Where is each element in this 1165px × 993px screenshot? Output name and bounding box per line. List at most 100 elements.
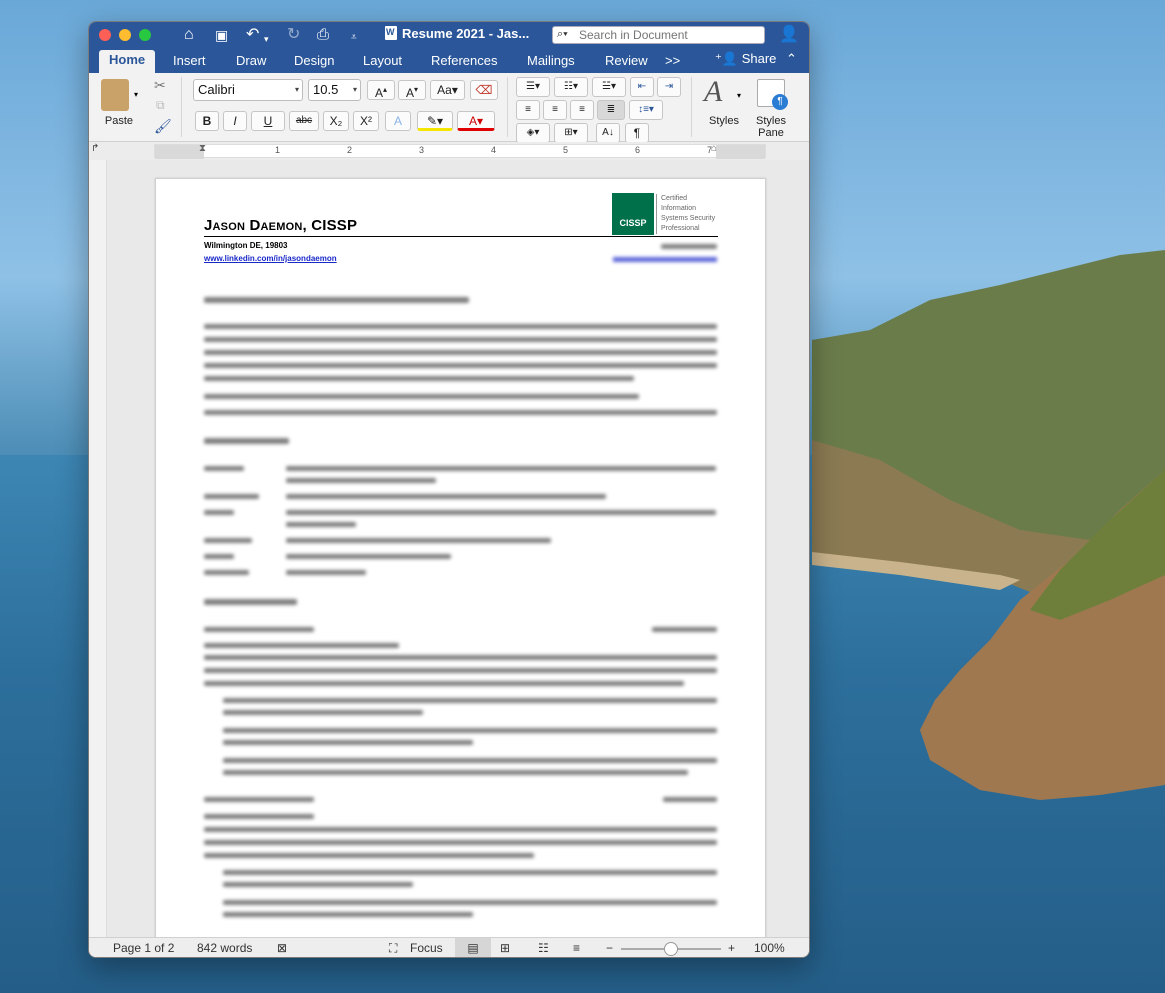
underline-button[interactable]: U [251, 111, 285, 131]
save-icon[interactable]: ▣ [215, 26, 228, 44]
collapse-ribbon-icon[interactable]: ⌃ [786, 51, 797, 66]
zoom-out-icon[interactable]: − [606, 941, 613, 955]
tab-references[interactable]: References [421, 52, 507, 73]
multilevel-list-button[interactable]: ☱▾ [592, 77, 626, 97]
superscript-button[interactable]: X² [353, 111, 379, 131]
styles-pane-label[interactable]: Styles Pane [749, 115, 793, 139]
undo-icon[interactable]: ↶ [246, 26, 259, 44]
styles-dropdown-icon[interactable]: ▾ [737, 91, 741, 100]
sort-button[interactable]: A↓ [596, 123, 620, 143]
numbering-button[interactable]: ☷▾ [554, 77, 588, 97]
redacted-line [286, 538, 551, 543]
italic-button[interactable]: I [223, 111, 247, 131]
redacted-line [204, 466, 244, 471]
tab-insert[interactable]: Insert [163, 52, 216, 73]
tab-selector-icon[interactable]: ↱ [91, 143, 99, 154]
styles-label[interactable]: Styles [701, 115, 747, 127]
tab-design[interactable]: Design [284, 52, 344, 73]
change-case-button[interactable]: Aa▾ [430, 80, 465, 100]
page-count[interactable]: Page 1 of 2 [113, 941, 174, 955]
focus-icon[interactable]: ⛶ [389, 941, 397, 956]
customize-toolbar-icon[interactable]: ⩡ [351, 29, 357, 47]
styles-icon[interactable]: A [704, 75, 722, 109]
borders-button[interactable]: ⊞▾ [554, 123, 588, 143]
search-input[interactable] [579, 28, 759, 42]
font-size-select[interactable]: 10.5 ▾ [308, 79, 361, 101]
account-icon[interactable]: 👤 [779, 24, 801, 46]
zoom-level[interactable]: 100% [754, 941, 785, 955]
minimize-window-button[interactable] [119, 29, 131, 41]
document-canvas[interactable]: CISSP Certified Information Systems Secu… [89, 160, 809, 943]
zoom-slider[interactable] [621, 942, 721, 956]
home-icon[interactable]: ⌂ [184, 26, 194, 44]
redacted-bullet-line [223, 882, 413, 887]
justify-button[interactable]: ≣ [597, 100, 625, 120]
paste-dropdown-icon[interactable]: ▾ [134, 90, 138, 99]
shading-button[interactable]: ◈▾ [516, 123, 550, 143]
line-spacing-button[interactable]: ↕≡▾ [629, 100, 663, 120]
clear-formatting-button[interactable]: ⌫ [470, 80, 498, 100]
share-label: Share [741, 51, 777, 66]
align-right-button[interactable]: ≡ [570, 100, 594, 120]
copy-icon[interactable]: ⧉ [156, 98, 165, 113]
redacted-email [613, 257, 717, 262]
right-indent-marker[interactable]: ⌂ [711, 143, 717, 154]
redacted-bullet-line [223, 740, 473, 745]
redacted-line [204, 363, 717, 368]
print-icon[interactable]: ⎙ [317, 26, 329, 44]
web-layout-icon[interactable]: ⊞ [500, 941, 510, 955]
styles-pane-icon[interactable]: ¶ [757, 79, 788, 110]
paste-icon[interactable] [101, 79, 129, 111]
text-effects-button[interactable]: A [385, 111, 411, 131]
undo-dropdown-icon[interactable]: ▾ [264, 30, 269, 48]
font-color-button[interactable]: A▾ [457, 111, 495, 131]
word-count[interactable]: 842 words [197, 941, 252, 955]
tabs-overflow-button[interactable]: >> [655, 52, 690, 73]
redacted-line [652, 627, 717, 632]
format-painter-icon[interactable]: 🖌 [154, 118, 172, 135]
ruler-tick: 6 [635, 145, 641, 155]
print-layout-icon[interactable]: ▤ [455, 938, 491, 957]
tab-review[interactable]: Review [595, 52, 658, 73]
show-paragraph-marks-button[interactable]: ¶ [625, 123, 649, 143]
highlight-color-button[interactable]: ✎▾ [417, 111, 453, 131]
increase-indent-button[interactable]: ⇥ [657, 77, 681, 97]
document-title-text: Resume 2021 - Jas... [402, 26, 530, 41]
paste-label[interactable]: Paste [99, 115, 139, 127]
decrease-indent-button[interactable]: ⇤ [630, 77, 654, 97]
outline-view-icon[interactable]: ☷ [538, 941, 549, 955]
redo-icon[interactable]: ↻ [287, 26, 300, 44]
subscript-button[interactable]: X₂ [323, 111, 349, 131]
align-left-button[interactable]: ≡ [516, 100, 540, 120]
search-box[interactable]: ⌕▾ [552, 26, 765, 44]
tab-draw[interactable]: Draw [226, 52, 276, 73]
cut-icon[interactable]: ✂ [154, 77, 166, 94]
share-button[interactable]: ⁺👤 Share ⌃ [715, 51, 797, 67]
bullets-button[interactable]: ☰▾ [516, 77, 550, 97]
bold-button[interactable]: B [195, 111, 219, 131]
close-window-button[interactable] [99, 29, 111, 41]
vertical-ruler [89, 160, 107, 937]
shrink-font-button[interactable]: A▾ [398, 80, 426, 100]
redacted-bullet-line [223, 728, 717, 733]
draft-view-icon[interactable]: ≡ [573, 941, 580, 955]
cissp-caption-line: Professional [661, 225, 700, 232]
tab-layout[interactable]: Layout [353, 52, 412, 73]
zoom-window-button[interactable] [139, 29, 151, 41]
zoom-in-icon[interactable]: + [728, 941, 735, 955]
redacted-line [204, 510, 234, 515]
focus-label[interactable]: Focus [410, 941, 443, 955]
tab-home[interactable]: Home [99, 50, 156, 73]
tab-mailings[interactable]: Mailings [517, 52, 585, 73]
chevron-down-icon: ▾ [352, 85, 357, 94]
linkedin-link[interactable]: www.linkedin.com/in/jasondaemon [204, 254, 337, 263]
left-indent-marker[interactable]: ⧗ [199, 143, 206, 154]
zoom-slider-thumb[interactable] [664, 942, 678, 956]
font-name-select[interactable]: Calibri ▾ [193, 79, 303, 101]
align-center-button[interactable]: ≡ [543, 100, 567, 120]
horizontal-ruler[interactable]: ↱ 1 2 3 4 5 6 7 ⧗ ⌂ [89, 142, 809, 160]
proofing-icon[interactable]: ⊠ [277, 941, 287, 955]
grow-font-button[interactable]: A▴ [367, 80, 395, 100]
document-page[interactable]: CISSP Certified Information Systems Secu… [155, 178, 766, 943]
strikethrough-button[interactable]: abc [289, 111, 319, 131]
